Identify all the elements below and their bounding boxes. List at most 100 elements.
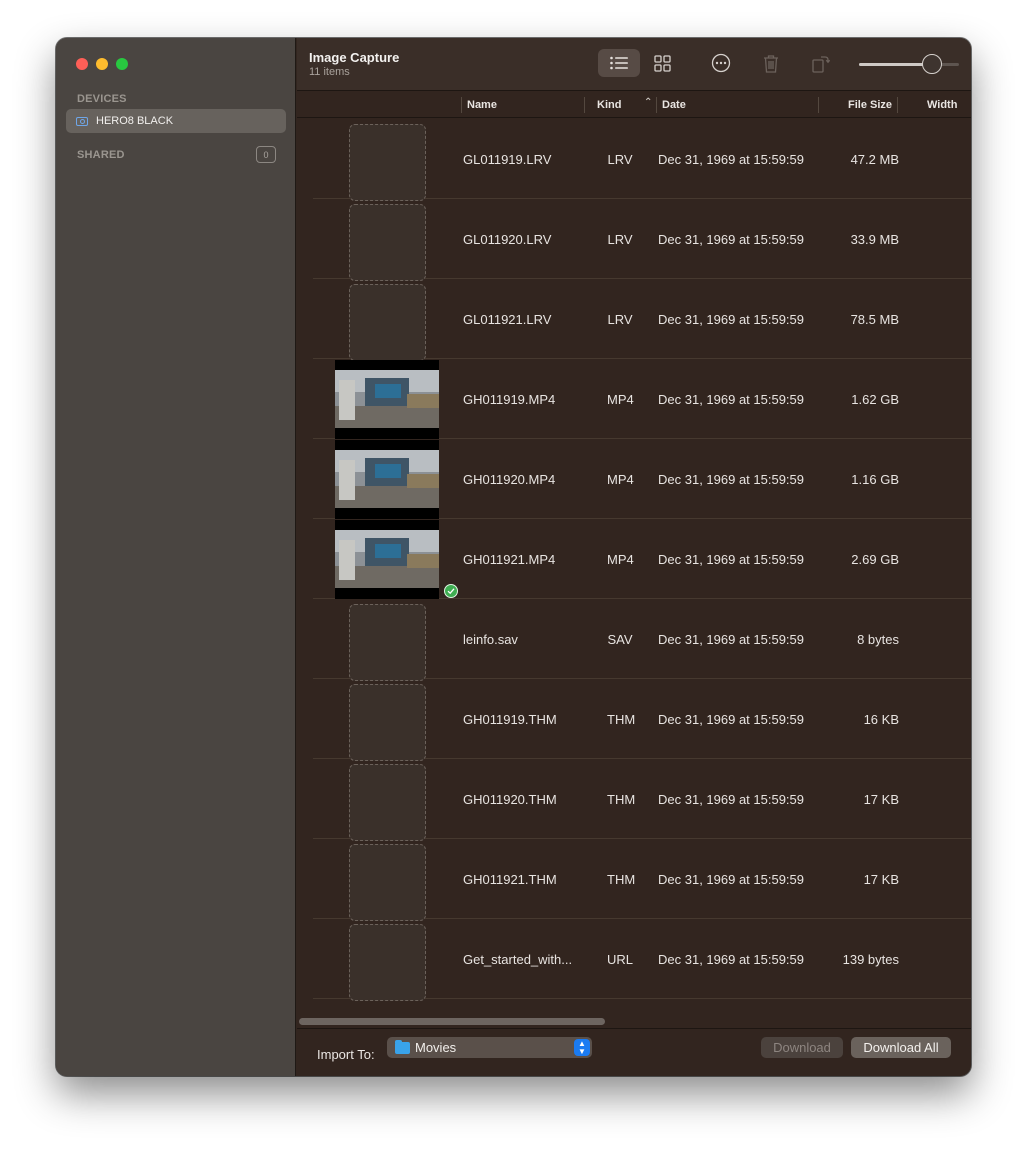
file-kind: URL bbox=[607, 952, 634, 967]
thumbnail-placeholder bbox=[349, 844, 426, 921]
file-size: 47.2 MB bbox=[850, 152, 899, 167]
file-size: 1.62 GB bbox=[851, 392, 899, 407]
file-size: 2.69 GB bbox=[851, 552, 899, 567]
file-date: Dec 31, 1969 at 15:59:59 bbox=[658, 632, 805, 647]
import-to-label: Import To: bbox=[317, 1047, 375, 1062]
download-button[interactable]: Download bbox=[761, 1037, 843, 1058]
column-separator bbox=[897, 97, 898, 113]
file-date: Dec 31, 1969 at 15:59:59 bbox=[658, 712, 805, 727]
thumbnail-size-slider[interactable] bbox=[859, 54, 959, 74]
table-row[interactable]: GH011919.MP4 MP4 Dec 31, 1969 at 15:59:59 1… bbox=[313, 359, 971, 439]
file-kind: THM bbox=[607, 712, 636, 727]
bottom-bar: Import To: Movies ▲ ▼ Download Download A… bbox=[297, 1028, 971, 1076]
trash-icon bbox=[764, 54, 778, 73]
file-kind: LRV bbox=[607, 152, 633, 167]
horizontal-scrollbar[interactable] bbox=[299, 1018, 605, 1025]
sidebar-item-hero8-black[interactable]: HERO8 BLACK bbox=[66, 109, 286, 133]
file-kind: LRV bbox=[607, 232, 633, 247]
thumbnail-placeholder bbox=[349, 124, 426, 201]
file-kind: THM bbox=[607, 792, 636, 807]
sidebar: DEVICES HERO8 BLACK SHARED 0 bbox=[56, 38, 296, 1076]
column-separator bbox=[656, 97, 657, 113]
devices-header: DEVICES bbox=[77, 93, 127, 105]
file-date: Dec 31, 1969 at 15:59:59 bbox=[658, 392, 805, 407]
ellipsis-circle-icon bbox=[711, 53, 731, 73]
grid-view-button[interactable] bbox=[641, 49, 683, 77]
file-date: Dec 31, 1969 at 15:59:59 bbox=[658, 552, 805, 567]
slider-knob[interactable] bbox=[922, 54, 942, 74]
table-row[interactable]: GH011920.MP4 MP4 Dec 31, 1969 at 15:59:59 1… bbox=[313, 439, 971, 519]
file-name: GL011920.LRV bbox=[463, 232, 552, 247]
file-name: GL011919.LRV bbox=[463, 152, 552, 167]
column-header: Name Kind ⌃ Date File Size Width bbox=[297, 92, 971, 118]
file-kind: LRV bbox=[607, 312, 633, 327]
rotate-button[interactable] bbox=[800, 49, 842, 77]
import-destination-select[interactable]: Movies ▲ ▼ bbox=[387, 1037, 592, 1058]
rotate-icon bbox=[812, 56, 830, 73]
file-date: Dec 31, 1969 at 15:59:59 bbox=[658, 792, 805, 807]
maximize-window-button[interactable] bbox=[116, 58, 128, 70]
close-window-button[interactable] bbox=[76, 58, 88, 70]
file-name: GH011920.MP4 bbox=[463, 472, 556, 487]
file-kind: MP4 bbox=[607, 552, 634, 567]
table-row[interactable]: GH011920.THM THM Dec 31, 1969 at 15:59:59 1… bbox=[313, 759, 971, 841]
more-options-button[interactable] bbox=[700, 49, 742, 77]
image-capture-window: DEVICES HERO8 BLACK SHARED 0 Image Captu… bbox=[56, 38, 971, 1076]
camera-icon bbox=[76, 116, 88, 126]
file-date: Dec 31, 1969 at 15:59:59 bbox=[658, 312, 805, 327]
import-destination-value: Movies bbox=[415, 1040, 457, 1055]
video-thumbnail bbox=[335, 520, 439, 599]
table-row[interactable]: GL011921.LRV LRV Dec 31, 1969 at 15:59:59 7… bbox=[313, 279, 971, 361]
shared-count-badge: 0 bbox=[256, 146, 276, 163]
table-row[interactable]: GH011919.THM THM Dec 31, 1969 at 15:59:59 1… bbox=[313, 679, 971, 761]
column-separator bbox=[461, 97, 462, 113]
list-view-button[interactable] bbox=[598, 49, 640, 77]
minimize-window-button[interactable] bbox=[96, 58, 108, 70]
delete-button[interactable] bbox=[750, 49, 792, 77]
file-date: Dec 31, 1969 at 15:59:59 bbox=[658, 872, 805, 887]
column-separator bbox=[818, 97, 819, 113]
grid-icon bbox=[653, 54, 671, 72]
table-row[interactable]: leinfo.sav SAV Dec 31, 1969 at 15:59:59 8 b… bbox=[313, 599, 971, 681]
table-row[interactable]: Get_started_with... URL Dec 31, 1969 at 15… bbox=[313, 919, 971, 1001]
file-name: GL011921.LRV bbox=[463, 312, 552, 327]
column-kind[interactable]: Kind bbox=[597, 99, 621, 111]
downloaded-checkmark-icon bbox=[444, 584, 458, 598]
column-date[interactable]: Date bbox=[662, 99, 686, 111]
file-kind: MP4 bbox=[607, 392, 634, 407]
file-size: 1.16 GB bbox=[851, 472, 899, 487]
file-date: Dec 31, 1969 at 15:59:59 bbox=[658, 472, 805, 487]
column-file-size[interactable]: File Size bbox=[848, 99, 892, 111]
file-name: GH011921.THM bbox=[463, 872, 557, 887]
table-row[interactable]: GL011919.LRV LRV Dec 31, 1969 at 15:59:59 4… bbox=[313, 119, 971, 201]
thumbnail-placeholder bbox=[349, 764, 426, 841]
shared-header: SHARED bbox=[77, 149, 125, 161]
toolbar: Image Capture 11 items bbox=[297, 38, 971, 91]
table-row[interactable]: GH011921.THM THM Dec 31, 1969 at 15:59:59 1… bbox=[313, 839, 971, 921]
file-kind: MP4 bbox=[607, 472, 634, 487]
file-date: Dec 31, 1969 at 15:59:59 bbox=[658, 152, 805, 167]
file-name: GH011920.THM bbox=[463, 792, 557, 807]
window-title: Image Capture bbox=[309, 50, 400, 65]
column-name[interactable]: Name bbox=[467, 99, 497, 111]
column-width[interactable]: Width bbox=[927, 99, 957, 111]
list-icon bbox=[610, 56, 628, 70]
download-all-button[interactable]: Download All bbox=[851, 1037, 951, 1058]
file-name: GH011919.MP4 bbox=[463, 392, 556, 407]
file-size: 17 KB bbox=[863, 792, 899, 807]
file-name: GH011921.MP4 bbox=[463, 552, 556, 567]
video-thumbnail bbox=[335, 440, 439, 519]
thumbnail-placeholder bbox=[349, 204, 426, 281]
file-name: Get_started_with... bbox=[463, 952, 573, 967]
file-list: GL011919.LRV LRV Dec 31, 1969 at 15:59:59 4… bbox=[297, 119, 971, 1014]
file-size: 17 KB bbox=[863, 872, 899, 887]
file-kind: SAV bbox=[607, 632, 633, 647]
thumbnail-placeholder bbox=[349, 604, 426, 681]
thumbnail-placeholder bbox=[349, 924, 426, 1001]
item-count: 11 items bbox=[309, 66, 350, 78]
file-date: Dec 31, 1969 at 15:59:59 bbox=[658, 952, 805, 967]
file-size: 8 bytes bbox=[857, 632, 899, 647]
table-row[interactable]: GH011921.MP4 MP4 Dec 31, 1969 at 15:59:59 2… bbox=[313, 519, 971, 599]
table-row[interactable]: GL011920.LRV LRV Dec 31, 1969 at 15:59:59 3… bbox=[313, 199, 971, 281]
file-kind: THM bbox=[607, 872, 636, 887]
